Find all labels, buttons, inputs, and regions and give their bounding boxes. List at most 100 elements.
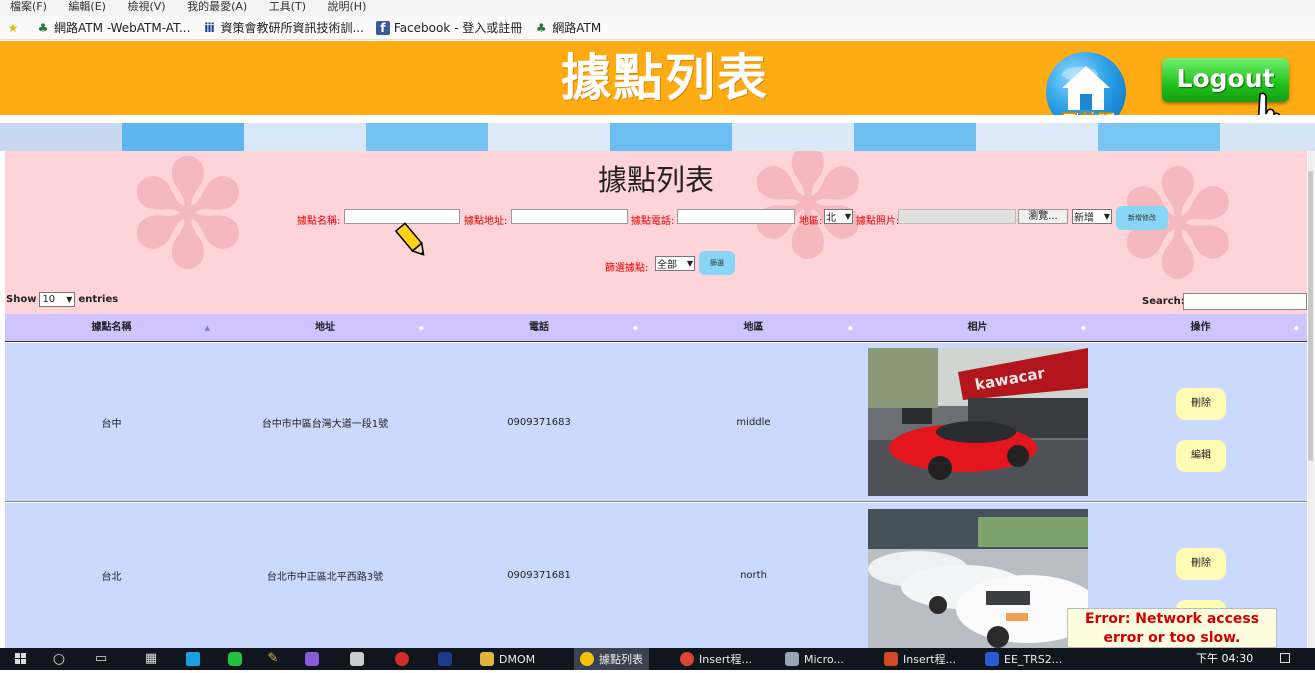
region-select[interactable]: 北 ▼ (824, 209, 853, 224)
favorite-link-atm[interactable]: ♣ 網路ATM (534, 19, 601, 36)
cell-photo (861, 503, 1094, 648)
mode-select[interactable]: 新增 ▼ (1072, 209, 1112, 224)
task-view-icon[interactable]: ▭ (90, 648, 112, 670)
taskbar-app-notepad[interactable] (350, 648, 369, 670)
menu-favorites[interactable]: 我的最愛(A) (187, 1, 247, 12)
decorative-band (0, 115, 1315, 151)
column-header-region[interactable]: 地區 ◆ (646, 314, 861, 341)
favorite-label: Facebook - 登入或註冊 (393, 21, 523, 35)
search-label: Search: (1142, 296, 1185, 307)
atm-icon: ♣ (535, 20, 547, 35)
cell-region: north (740, 570, 767, 581)
pencil-app-icon[interactable]: ✎ (262, 648, 284, 670)
taskbar-app-label: Micro... (804, 652, 844, 666)
vertical-scrollbar[interactable] (1308, 151, 1315, 648)
column-header-name[interactable]: 據點名稱 ▲ (5, 314, 218, 341)
page-title: 據點列表 (561, 49, 769, 107)
column-label: 電話 (529, 322, 549, 333)
favorite-link-webatm[interactable]: ♣ 網路ATM -WebATM-AT... (36, 19, 191, 36)
taskbar-app-label: EE_TRS2... (1004, 652, 1063, 666)
calculator-icon[interactable]: ▦ (140, 648, 162, 670)
search-icon[interactable]: ○ (48, 648, 70, 670)
taskbar-app-label: 據點列表 (599, 653, 643, 666)
name-label: 據點名稱: (297, 216, 341, 227)
line-icon[interactable] (224, 648, 246, 670)
favorite-link-facebook[interactable]: f Facebook - 登入或註冊 (375, 19, 523, 36)
region-label: 地區: (799, 216, 823, 227)
browse-button[interactable]: 瀏覽... (1018, 209, 1068, 224)
chevron-down-icon: ▼ (686, 259, 693, 268)
menu-view[interactable]: 檢視(V) (127, 1, 165, 12)
menu-edit[interactable]: 編輯(E) (68, 1, 106, 12)
taskbar-app-chrome-2[interactable]: Insert程... (680, 648, 752, 670)
taskbar-app-insert[interactable]: Insert程... (884, 648, 956, 670)
phone-input[interactable] (677, 209, 795, 224)
show-entries-control: Show 10 ▼ entries (6, 292, 118, 307)
browser-menu-bar: 檔案(F) 編輯(E) 檢視(V) 我的最愛(A) 工具(T) 說明(H) (0, 0, 1315, 16)
cell-address: 台中市中區台灣大道一段1號 (261, 418, 389, 430)
entries-select[interactable]: 10 ▼ (39, 292, 76, 307)
filter-select-value: 全部 (657, 260, 677, 271)
atm-icon: ♣ (37, 20, 49, 35)
cell-region: middle (736, 416, 771, 428)
folder-icon (480, 652, 494, 666)
taskbar-app-micro[interactable]: Micro... (785, 648, 844, 670)
chevron-down-icon: ▼ (66, 295, 73, 304)
notepad-icon (350, 652, 364, 666)
iii-icon: ⅲ (204, 20, 215, 35)
powerpoint-icon (884, 652, 898, 666)
record-icon (395, 652, 409, 666)
taskbar: ○ ▭ ▦ ✎ DMOM 據點列表 Insert程... Micro... In… (0, 648, 1315, 670)
scrollbar-thumb[interactable] (1308, 171, 1313, 461)
delete-button[interactable]: 刪除 (1176, 548, 1226, 580)
app-icon-blue[interactable] (182, 648, 204, 670)
cell-name: 台北 (101, 572, 122, 583)
submit-button[interactable]: 新增修改 (1116, 206, 1168, 230)
taskbar-app-label: Insert程... (903, 653, 957, 666)
address-input[interactable] (511, 209, 628, 224)
column-label: 地區 (743, 322, 764, 333)
taskbar-app-ee[interactable]: EE_TRS2... (985, 648, 1062, 670)
search-input[interactable] (1183, 293, 1307, 310)
start-button[interactable] (10, 648, 40, 670)
edit-button[interactable]: 編輯 (1176, 440, 1226, 472)
delete-button[interactable]: 刪除 (1176, 388, 1226, 420)
taskbar-clock[interactable]: 下午 04:30 (1196, 650, 1253, 666)
sort-icon: ◆ (1080, 324, 1086, 332)
file-path-field[interactable] (898, 209, 1016, 224)
column-header-address[interactable]: 地址 ◆ (218, 314, 432, 341)
taskbar-app-chrome-active[interactable]: 據點列表 (574, 648, 649, 670)
menu-tools[interactable]: 工具(T) (269, 1, 306, 12)
region-select-value: 北 (826, 213, 836, 224)
phone-label: 據點電話: (631, 216, 675, 227)
taskbar-app-red[interactable] (395, 648, 414, 670)
column-header-phone[interactable]: 電話 ◆ (432, 314, 646, 341)
favorite-label: 網路ATM -WebATM-AT... (54, 21, 191, 35)
notification-icon[interactable] (1278, 648, 1292, 670)
taskbar-app-dmom[interactable]: DMOM (480, 648, 535, 670)
visual-studio-icon (305, 652, 319, 666)
column-label: 相片 (967, 322, 988, 333)
show-label: Show (6, 294, 37, 305)
taskbar-app-visual-studio[interactable] (305, 648, 324, 670)
cell-photo: kawacar (861, 343, 1094, 501)
sort-icon: ◆ (632, 324, 638, 332)
favorites-star[interactable]: ★ (6, 21, 24, 35)
menu-file[interactable]: 檔案(F) (10, 1, 47, 12)
photo-label: 據點照片: (856, 216, 900, 227)
filter-button[interactable]: 篩選 (699, 251, 735, 275)
filter-select[interactable]: 全部 ▼ (655, 256, 695, 271)
column-label: 據點名稱 (91, 322, 132, 333)
table-row: 台中 台中市中區台灣大道一段1號 0909371683 middle kawac… (5, 343, 1307, 502)
address-label: 據點地址: (464, 216, 508, 227)
panel-title: 據點列表 (597, 163, 714, 197)
chevron-down-icon: ▼ (844, 212, 851, 221)
column-header-actions[interactable]: 操作 ◆ (1094, 314, 1307, 341)
menu-help[interactable]: 說明(H) (328, 1, 367, 12)
taskbar-app-ps[interactable] (438, 648, 457, 670)
favorite-link-iii[interactable]: ⅲ 資策會教研所資訊技術訓... (202, 19, 364, 36)
column-header-photo[interactable]: 相片 ◆ (861, 314, 1094, 341)
windows-logo-icon (15, 653, 26, 664)
entries-select-value: 10 (42, 294, 56, 305)
sort-icon: ◆ (1293, 324, 1299, 332)
